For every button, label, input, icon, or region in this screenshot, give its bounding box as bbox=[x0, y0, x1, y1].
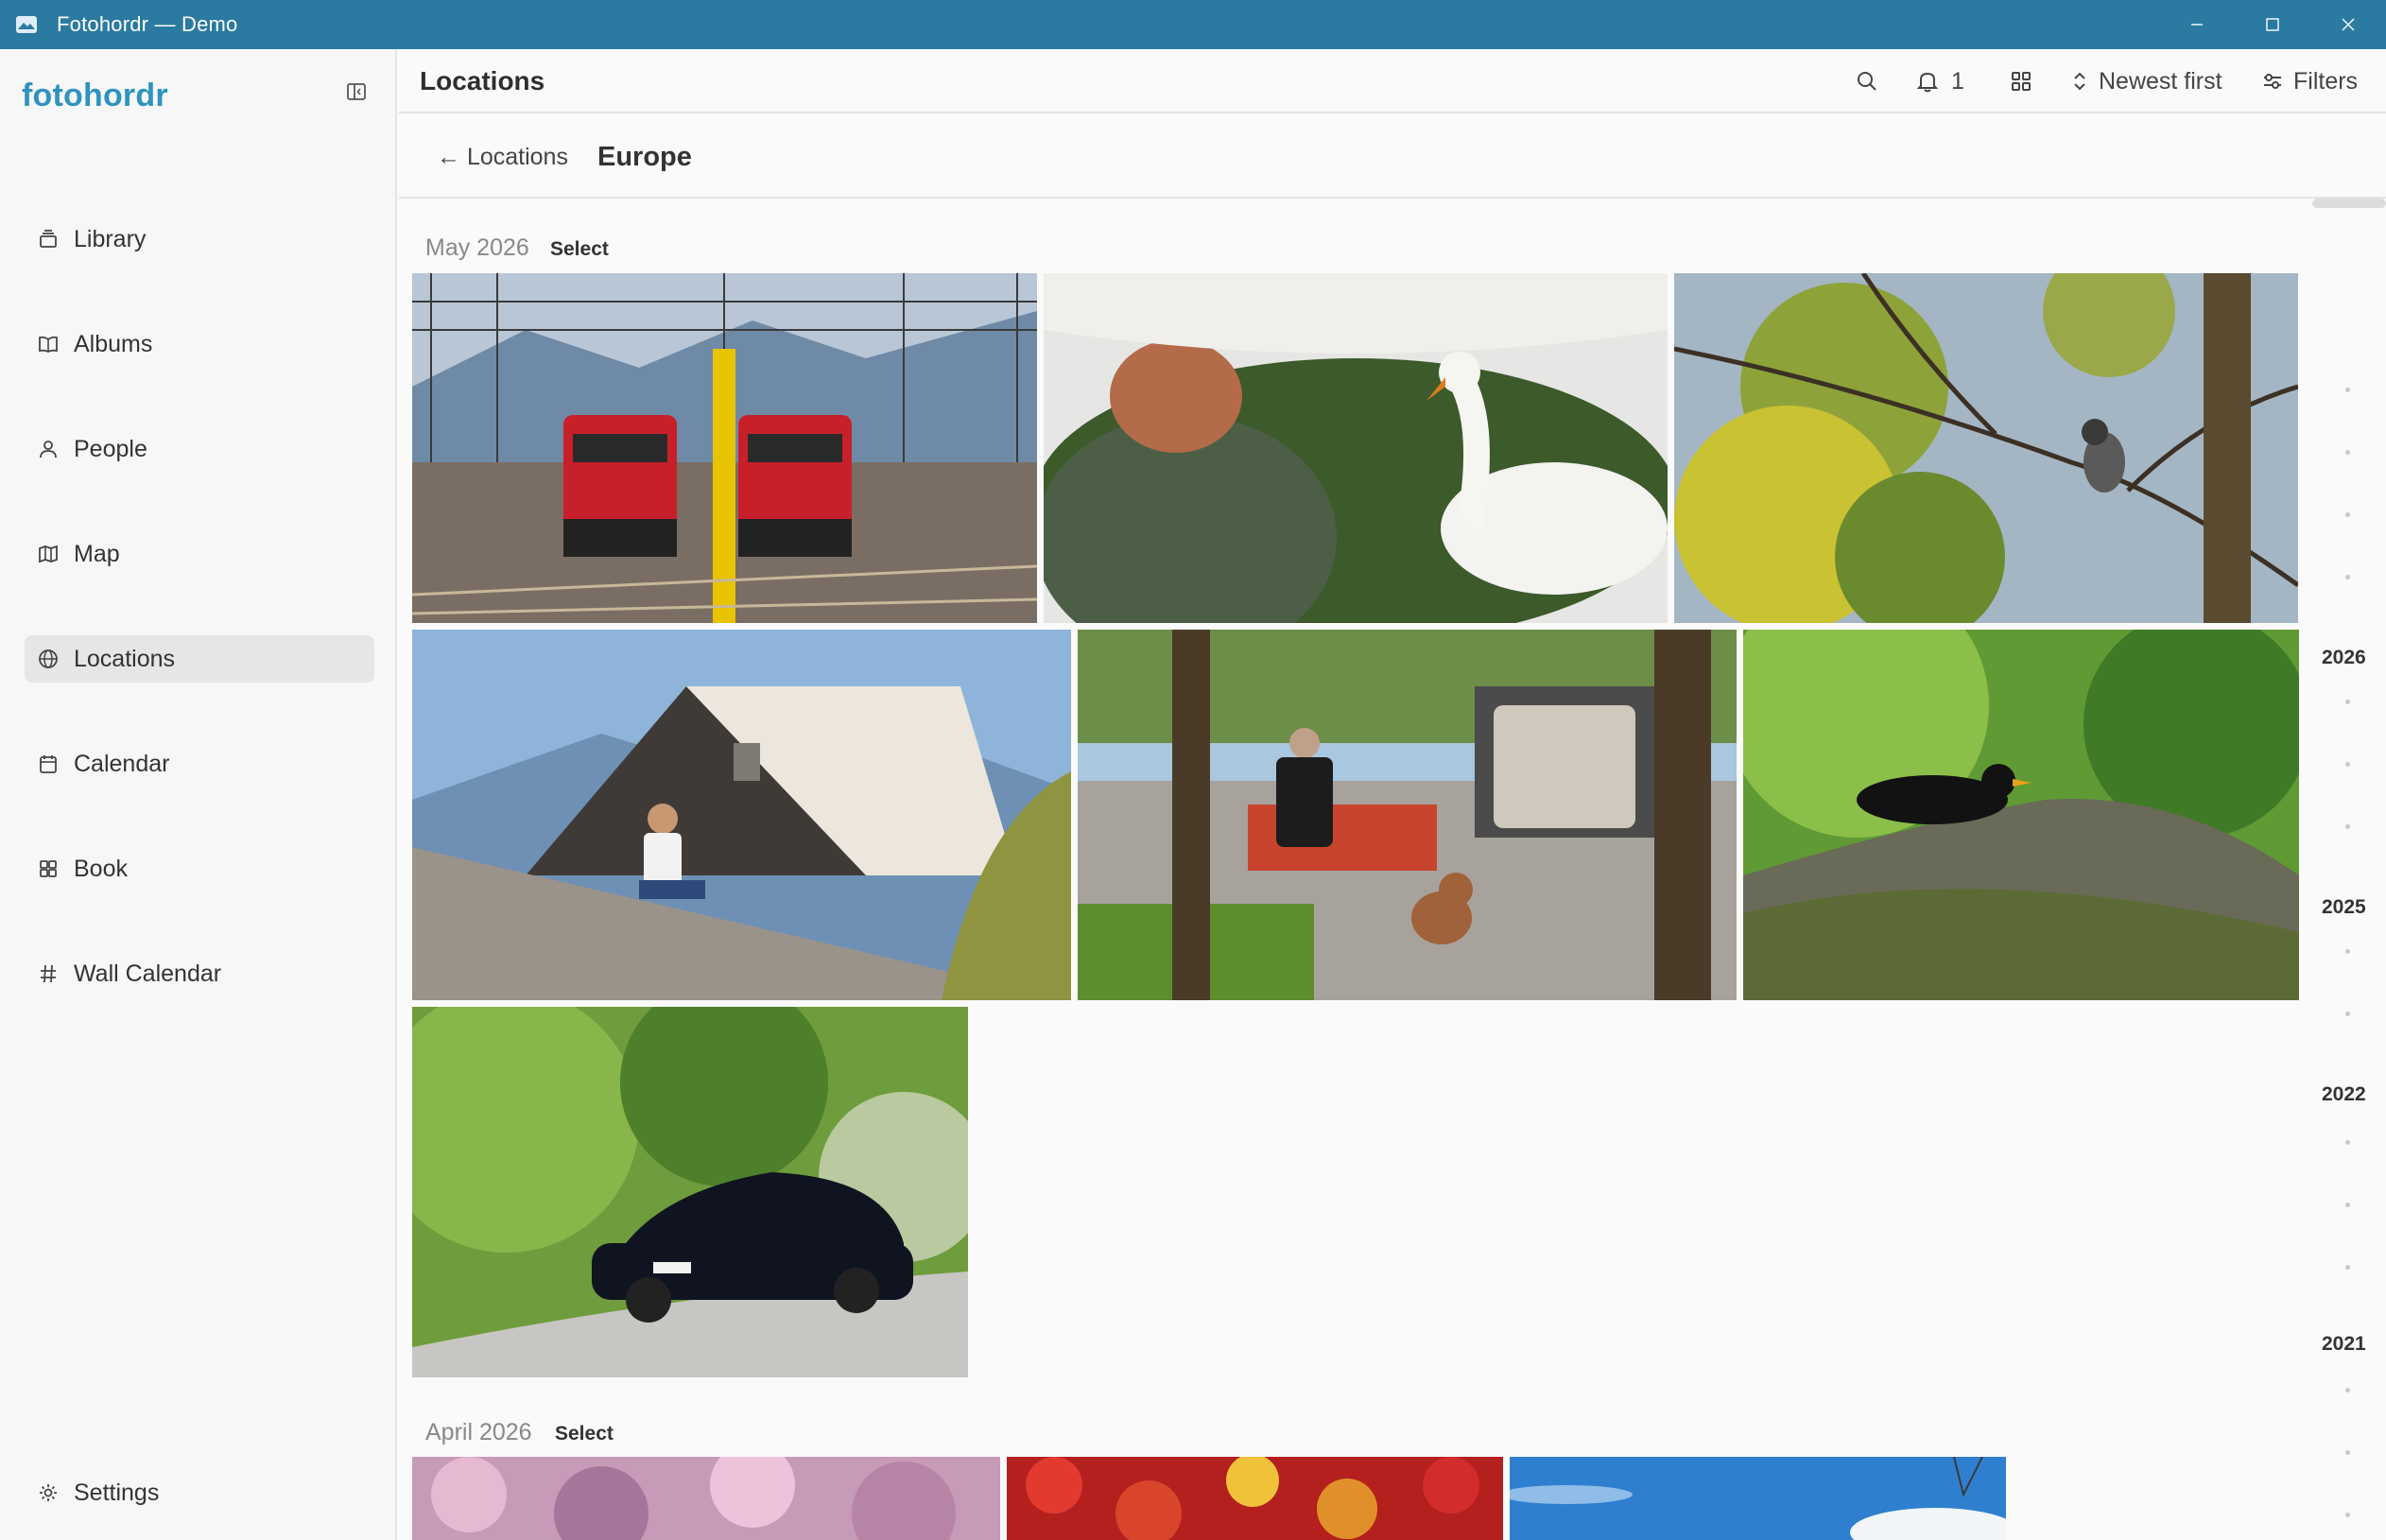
window-title: Fotohordr — Demo bbox=[57, 12, 238, 36]
top-bar: Locations 1 Newest first Filters bbox=[399, 49, 2386, 113]
scrollbar-thumb[interactable] bbox=[2312, 199, 2386, 208]
minimize-icon bbox=[2191, 24, 2203, 26]
page-title: Locations bbox=[420, 66, 545, 95]
breadcrumb: ← Locations Europe bbox=[399, 115, 2386, 208]
view-toggle-button[interactable] bbox=[2010, 64, 2032, 98]
sidebar-item-library[interactable]: Library bbox=[25, 216, 374, 263]
sort-icon bbox=[2074, 72, 2085, 91]
filters-label: Filters bbox=[2293, 67, 2359, 95]
sidebar-item-calendar[interactable]: Calendar bbox=[25, 740, 374, 787]
sidebar: fotohordr Library Albums People Map Loca… bbox=[0, 49, 397, 1540]
filters-button[interactable]: Filters bbox=[2261, 64, 2358, 98]
select-april-2026-button[interactable]: Select bbox=[555, 1423, 614, 1445]
timeline-dot bbox=[2345, 1513, 2350, 1517]
settings-label: Settings bbox=[74, 1479, 160, 1506]
globe-icon bbox=[36, 647, 61, 671]
timeline-dot bbox=[2345, 762, 2350, 767]
sidebar-item-label: Map bbox=[74, 540, 120, 567]
sort-button[interactable]: Newest first bbox=[2070, 64, 2222, 98]
section-title-april-2026: April 2026 bbox=[425, 1419, 532, 1445]
timeline-dot bbox=[2345, 1012, 2350, 1016]
gear-icon bbox=[36, 1480, 61, 1505]
sidebar-item-wall-calendar[interactable]: Wall Calendar bbox=[25, 950, 374, 997]
map-icon bbox=[36, 542, 61, 566]
timeline-year-2026[interactable]: 2026 bbox=[2322, 647, 2366, 669]
grid-icon bbox=[36, 857, 61, 881]
sidebar-item-map[interactable]: Map bbox=[25, 530, 374, 578]
grid-view-icon bbox=[2012, 72, 2031, 91]
select-may-2026-button[interactable]: Select bbox=[550, 238, 609, 261]
sidebar-item-albums[interactable]: Albums bbox=[25, 320, 374, 368]
search-button[interactable] bbox=[1855, 64, 1879, 98]
timeline-dot bbox=[2345, 1203, 2350, 1207]
search-icon bbox=[1858, 72, 1876, 91]
pink-blossoms-photo[interactable] bbox=[412, 1457, 1000, 1540]
sidebar-item-label: Book bbox=[74, 855, 128, 882]
filter-icon bbox=[2264, 74, 2281, 89]
sidebar-item-locations[interactable]: Locations bbox=[25, 635, 374, 683]
notifications-button[interactable]: 1 bbox=[1915, 64, 1964, 98]
timeline-dot bbox=[2345, 949, 2350, 954]
calendar-icon bbox=[36, 752, 61, 776]
timeline-dot bbox=[2345, 1450, 2350, 1455]
timeline-dot bbox=[2345, 512, 2350, 517]
brand-logo: fotohordr bbox=[22, 78, 168, 113]
timeline-dot bbox=[2345, 388, 2350, 392]
timeline-dot bbox=[2345, 450, 2350, 455]
maximize-icon bbox=[2266, 18, 2279, 31]
current-location-title: Europe bbox=[597, 142, 692, 172]
hash-icon bbox=[36, 961, 61, 986]
sidebar-item-label: People bbox=[74, 435, 147, 462]
back-to-locations-link[interactable]: ← Locations bbox=[437, 144, 568, 171]
black-sports-car-photo[interactable] bbox=[412, 1007, 968, 1377]
close-button[interactable] bbox=[2310, 0, 2386, 49]
sidebar-item-label: Library bbox=[74, 225, 147, 252]
timeline-dot bbox=[2345, 1265, 2350, 1270]
timeline-year-2025[interactable]: 2025 bbox=[2322, 896, 2366, 919]
timeline-dot bbox=[2345, 1388, 2350, 1393]
sort-label: Newest first bbox=[2099, 67, 2222, 95]
close-icon bbox=[2342, 18, 2355, 31]
sidebar-item-people[interactable]: People bbox=[25, 425, 374, 473]
section-title-may-2026: May 2026 bbox=[425, 234, 529, 261]
tulips-photo[interactable] bbox=[1007, 1457, 1503, 1540]
notification-count: 1 bbox=[1951, 67, 1964, 95]
timeline-dot bbox=[2345, 700, 2350, 704]
book-open-icon bbox=[36, 332, 61, 356]
sidebar-item-label: Albums bbox=[74, 330, 153, 357]
sidebar-item-settings[interactable]: Settings bbox=[25, 1469, 374, 1516]
library-icon bbox=[36, 227, 61, 251]
bird-on-branch-photo[interactable] bbox=[1674, 273, 2298, 623]
collapse-sidebar-icon[interactable] bbox=[346, 81, 367, 102]
bell-icon bbox=[1916, 72, 1939, 93]
timeline-dot bbox=[2345, 824, 2350, 829]
red-trains-photo[interactable] bbox=[412, 273, 1037, 623]
blue-sky-photo[interactable] bbox=[1510, 1457, 2006, 1540]
sidebar-item-label: Calendar bbox=[74, 750, 170, 777]
man-on-wall-photo[interactable] bbox=[412, 630, 1071, 1000]
maximize-button[interactable] bbox=[2235, 0, 2310, 49]
window-titlebar: Fotohordr — Demo bbox=[0, 0, 2386, 49]
app-icon bbox=[16, 16, 37, 33]
sidebar-item-label: Locations bbox=[74, 645, 176, 672]
person-icon bbox=[36, 437, 61, 461]
minimize-button[interactable] bbox=[2159, 0, 2235, 49]
sidebar-item-label: Wall Calendar bbox=[74, 960, 222, 987]
man-on-bench-with-dog-photo[interactable] bbox=[1078, 630, 1737, 1000]
swan-photo[interactable] bbox=[1044, 273, 1668, 623]
sidebar-item-book[interactable]: Book bbox=[25, 845, 374, 892]
blackbird-photo[interactable] bbox=[1743, 630, 2299, 1000]
timeline-year-2021[interactable]: 2021 bbox=[2322, 1333, 2366, 1356]
timeline-dot bbox=[2345, 575, 2350, 580]
timeline-dot bbox=[2345, 1140, 2350, 1145]
timeline-year-2022[interactable]: 2022 bbox=[2322, 1083, 2366, 1106]
